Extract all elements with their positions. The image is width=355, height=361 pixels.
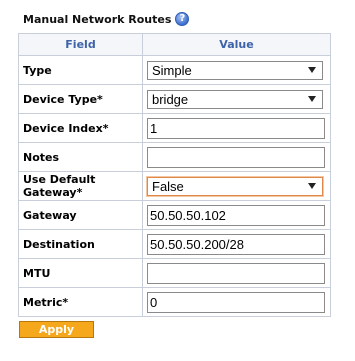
column-header-field: Field: [18, 33, 143, 56]
form-row-notes: Notes: [18, 142, 331, 172]
form-row-use-default-gateway: Use Default Gateway* False: [18, 171, 331, 201]
column-header-value: Value: [142, 33, 331, 56]
chevron-down-icon: [308, 183, 316, 189]
metric-input[interactable]: 0: [147, 291, 325, 313]
device-index-input[interactable]: 1: [147, 117, 325, 139]
apply-button[interactable]: Apply: [19, 321, 94, 338]
section-header: Manual Network Routes ?: [23, 10, 190, 28]
mtu-input[interactable]: [147, 262, 325, 284]
form-row-gateway: Gateway 50.50.50.102: [18, 200, 331, 230]
destination-input[interactable]: 50.50.50.200/28: [147, 233, 325, 255]
field-label: Use Default Gateway*: [18, 171, 143, 201]
field-label: Destination: [18, 229, 143, 259]
routes-form-table: Field Value Type Simple Device Type* bri…: [18, 33, 331, 317]
field-label: Gateway: [18, 200, 143, 230]
field-label: Type: [18, 55, 143, 85]
field-label: Notes: [18, 142, 143, 172]
chevron-down-icon: [308, 67, 316, 73]
help-icon[interactable]: ?: [175, 12, 190, 26]
use-default-gateway-select[interactable]: False: [147, 176, 323, 196]
field-label: Metric*: [18, 287, 143, 317]
chevron-down-icon: [308, 96, 316, 102]
device-type-select[interactable]: bridge: [147, 89, 323, 109]
form-row-type: Type Simple: [18, 55, 331, 85]
type-select[interactable]: Simple: [147, 60, 323, 80]
field-label: MTU: [18, 258, 143, 288]
notes-input[interactable]: [147, 146, 325, 168]
gateway-input[interactable]: 50.50.50.102: [147, 204, 325, 226]
field-label: Device Index*: [18, 113, 143, 143]
form-row-device-type: Device Type* bridge: [18, 84, 331, 114]
form-row-device-index: Device Index* 1: [18, 113, 331, 143]
field-label: Device Type*: [18, 84, 143, 114]
form-row-metric: Metric* 0: [18, 287, 331, 317]
page-title: Manual Network Routes: [23, 12, 172, 26]
form-row-mtu: MTU: [18, 258, 331, 288]
form-row-destination: Destination 50.50.50.200/28: [18, 229, 331, 259]
